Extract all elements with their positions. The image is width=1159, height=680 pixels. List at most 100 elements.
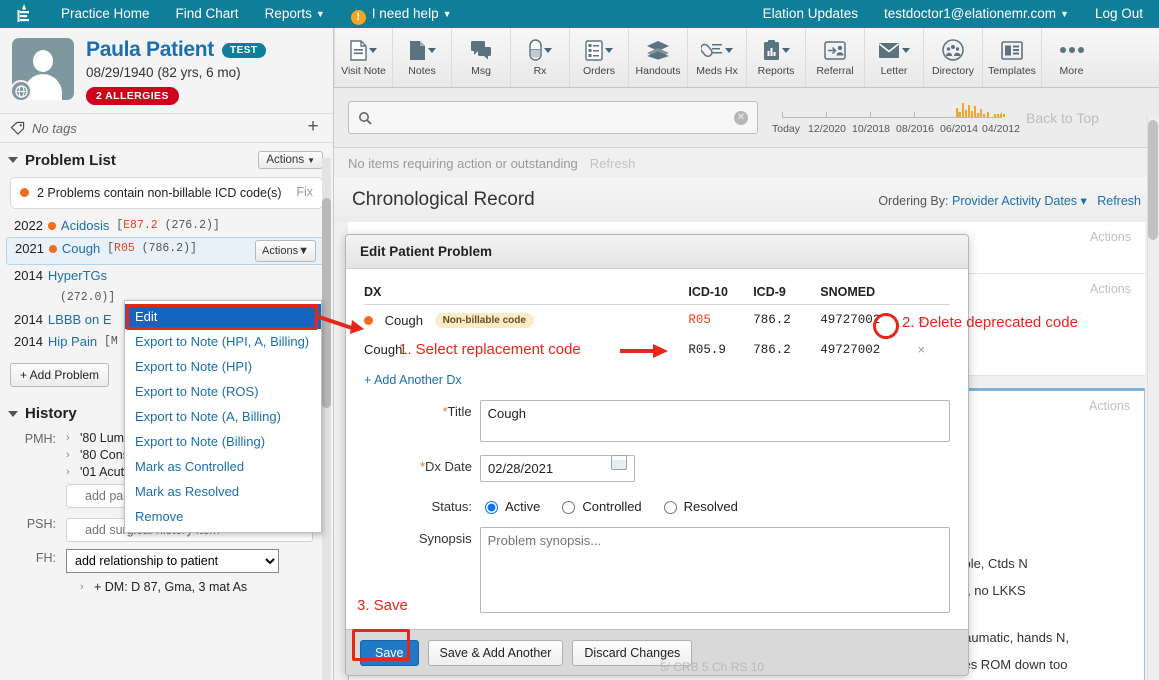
toolbar-handouts[interactable]: Handouts	[629, 28, 688, 87]
menu-item-export-a-billing[interactable]: Export to Note (A, Billing)	[125, 404, 321, 429]
problem-name[interactable]: LBBB on E	[48, 311, 112, 329]
toolbar-directory[interactable]: Directory	[924, 28, 983, 87]
toolbar-rx[interactable]: Rx	[511, 28, 570, 87]
menu-item-export-ros[interactable]: Export to Note (ROS)	[125, 379, 321, 404]
list-item[interactable]: 2014 HyperTGs	[0, 265, 333, 287]
dx-col-header: DX	[364, 285, 688, 305]
menu-item-export-hpi-a-billing[interactable]: Export to Note (HPI, A, Billing)	[125, 329, 321, 354]
problem-name[interactable]: Cough	[62, 240, 100, 258]
chronological-record-header: Chronological Record Ordering By: Provid…	[334, 178, 1159, 222]
nav-user-account[interactable]: testdoctor1@elationemr.com▼	[871, 0, 1082, 28]
allergies-badge[interactable]: 2 ALLERGIES	[86, 87, 179, 105]
toolbar-reports[interactable]: Reports	[747, 28, 806, 87]
elation-logo-icon[interactable]	[0, 0, 48, 28]
list-item[interactable]: 2021 Cough [R05 (786.2)] Actions▼	[6, 237, 327, 265]
problem-name[interactable]: HyperTGs	[48, 267, 107, 285]
page-title: Paula Patient TEST	[86, 38, 321, 62]
search-box[interactable]: ✕	[348, 101, 758, 134]
toolbar-referral[interactable]: Referral	[806, 28, 865, 87]
menu-item-mark-as-resolved[interactable]: Mark as Resolved	[125, 479, 321, 504]
menu-item-export-billing[interactable]: Export to Note (Billing)	[125, 429, 321, 454]
nav-i-need-help[interactable]: !I need help▼	[338, 0, 465, 28]
record-refresh-link[interactable]: Refresh	[1097, 194, 1141, 208]
template-grid-icon	[1001, 38, 1023, 62]
dialog-footer: Save Save & Add Another Discard Changes	[346, 629, 968, 675]
clear-search-icon[interactable]: ✕	[734, 111, 748, 125]
status-radio-resolved-input[interactable]	[664, 501, 677, 514]
problem-list-actions-button[interactable]: Actions▼	[258, 151, 323, 169]
record-actions-link[interactable]: Actions	[1090, 282, 1131, 296]
timeline-axis	[782, 117, 1002, 118]
nav-practice-home[interactable]: Practice Home	[48, 0, 163, 28]
record-actions-link[interactable]: Actions	[1089, 399, 1130, 413]
status-radio-resolved[interactable]: Resolved	[659, 498, 738, 514]
nav-reports[interactable]: Reports▼	[252, 0, 338, 28]
chart-timeline[interactable]: Today 12/2020 10/2018 08/2016 06/2014 04…	[772, 95, 1012, 141]
table-row[interactable]: Cough Non-billable code R05 786.2 497270…	[364, 305, 950, 336]
menu-item-edit[interactable]: Edit	[125, 304, 321, 329]
fix-link[interactable]: Fix	[296, 185, 313, 199]
action-refresh-link[interactable]: Refresh	[590, 156, 636, 171]
title-input[interactable]	[480, 400, 950, 442]
tags-text: No tags	[32, 121, 77, 136]
problem-icd-code: [M	[104, 335, 118, 348]
timeline-label: 06/2014	[940, 123, 978, 135]
collapse-triangle-icon[interactable]	[8, 157, 18, 163]
collapse-triangle-icon[interactable]	[8, 411, 18, 417]
menu-item-mark-as-controlled[interactable]: Mark as Controlled	[125, 454, 321, 479]
menu-item-remove[interactable]: Remove	[125, 504, 321, 529]
toolbar-notes-label: Notes	[408, 65, 435, 77]
save-and-add-another-button[interactable]: Save & Add Another	[428, 640, 564, 666]
problem-list-actions-label: Actions	[266, 154, 304, 166]
list-item[interactable]: 2022 Acidosis [E87.2 (276.2)]	[0, 215, 333, 237]
toolbar-letter[interactable]: Letter	[865, 28, 924, 87]
list-item[interactable]: ›+ DM: D 87, Gma, 3 mat As	[80, 579, 323, 596]
chat-bubbles-icon	[470, 38, 492, 62]
add-tag-button[interactable]: +	[303, 118, 323, 138]
toolbar-msg[interactable]: Msg	[452, 28, 511, 87]
toolbar-meds-hx[interactable]: Meds Hx	[688, 28, 747, 87]
fh-relationship-select[interactable]: add relationship to patient	[66, 549, 279, 573]
status-radio-controlled[interactable]: Controlled	[557, 498, 641, 514]
calendar-icon[interactable]	[611, 455, 627, 470]
nav-find-chart[interactable]: Find Chart	[163, 0, 252, 28]
fh-item-text: + DM: D 87, Gma, 3 mat As	[94, 580, 247, 594]
add-another-dx-link[interactable]: + Add Another Dx	[364, 373, 462, 387]
ordering-dropdown[interactable]: Provider Activity Dates ▾	[952, 194, 1087, 208]
toolbar-handouts-label: Handouts	[636, 65, 681, 77]
main-scrollbar-thumb[interactable]	[1148, 120, 1158, 240]
snomed-col-header: SNOMED	[820, 285, 917, 305]
menu-item-export-hpi[interactable]: Export to Note (HPI)	[125, 354, 321, 379]
toolbar-visit-note[interactable]: Visit Note	[334, 28, 393, 87]
problem-year: 2014	[14, 311, 43, 329]
back-to-top-link[interactable]: Back to Top	[1026, 110, 1099, 126]
status-radio-active-input[interactable]	[485, 501, 498, 514]
ordering-value: Provider Activity Dates	[952, 194, 1077, 208]
record-partial-line: 5/ CRB 5 Ch RS 10	[660, 660, 764, 674]
toolbar-notes[interactable]: Notes	[393, 28, 452, 87]
problem-row-actions-button[interactable]: Actions▼	[255, 240, 316, 262]
problem-name[interactable]: Acidosis	[61, 217, 109, 235]
add-problem-button[interactable]: + Add Problem	[10, 363, 109, 387]
status-radio-active[interactable]: Active	[480, 498, 540, 514]
patient-header: Paula Patient TEST 08/29/1940 (82 yrs, 6…	[0, 28, 333, 113]
synopsis-field-label: Synopsis	[364, 527, 480, 546]
toolbar-more[interactable]: More	[1042, 28, 1101, 87]
synopsis-input[interactable]	[480, 527, 950, 613]
timeline-tick	[914, 112, 915, 118]
toolbar-orders[interactable]: Orders	[570, 28, 629, 87]
record-actions-link[interactable]: Actions	[1090, 230, 1131, 244]
save-button[interactable]: Save	[360, 640, 419, 666]
title-field-row: *Title	[364, 400, 950, 442]
alert-circle-icon: !	[351, 10, 366, 25]
search-input[interactable]	[380, 109, 726, 126]
avatar[interactable]	[12, 38, 74, 100]
problem-list-header: Problem List Actions▼	[0, 143, 333, 175]
remove-dx-button[interactable]: ×	[918, 342, 926, 357]
nav-log-out[interactable]: Log Out	[1082, 0, 1159, 28]
status-radio-controlled-input[interactable]	[562, 501, 575, 514]
toolbar-templates[interactable]: Templates	[983, 28, 1042, 87]
problem-name[interactable]: Hip Pain	[48, 333, 97, 351]
nav-elation-updates[interactable]: Elation Updates	[750, 0, 871, 28]
chevron-down-icon	[605, 48, 613, 53]
